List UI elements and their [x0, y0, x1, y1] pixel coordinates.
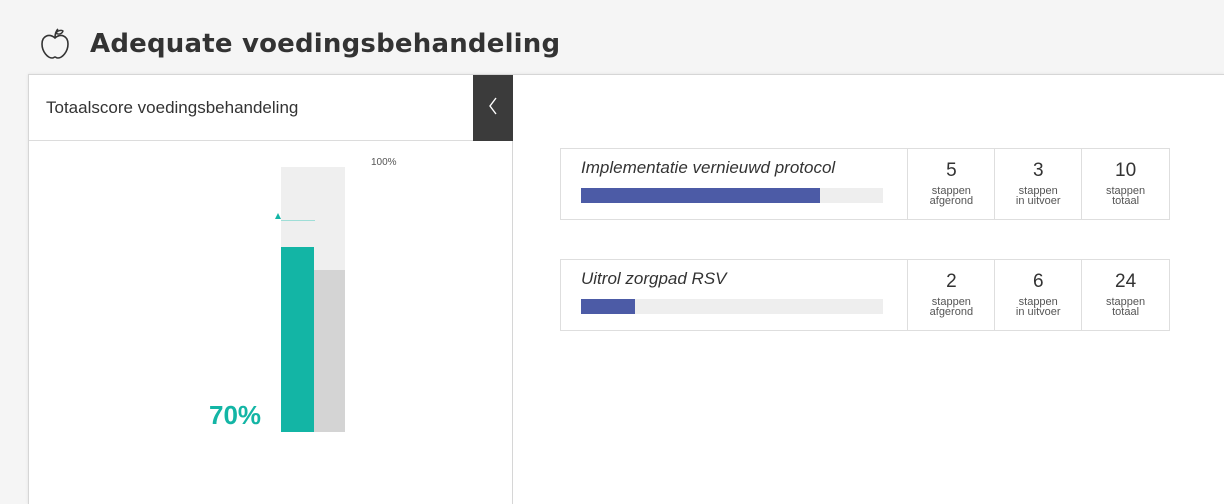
stat-value: 5 — [946, 160, 957, 181]
stat-label: stappen in uitvoer — [1015, 296, 1061, 318]
stat-value: 3 — [1032, 160, 1044, 181]
dashboard-card: Totaalscore voedingsbehandeling 100% 70%… — [28, 74, 1224, 504]
project-main: Implementatie vernieuwd protocol — [561, 149, 909, 219]
project-progress-track — [581, 188, 883, 203]
gauge-target-marker — [275, 213, 281, 219]
project-name: Implementatie vernieuwd protocol — [581, 158, 836, 177]
stat-total: 10 stappen totaal — [1082, 149, 1169, 219]
project-row[interactable]: Uitrol zorgpad RSV 2 stappen afgerond 6 s… — [560, 259, 1170, 331]
score-panel-header: Totaalscore voedingsbehandeling — [29, 75, 512, 141]
stat-in-progress: 3 stappen in uitvoer — [995, 149, 1083, 219]
stat-label: stappen totaal — [1106, 185, 1146, 207]
gauge-score-bar — [281, 246, 314, 432]
stat-label: stappen afgerond — [929, 185, 974, 207]
page-header: Adequate voedingsbehandeling — [38, 22, 560, 66]
page-title: Adequate voedingsbehandeling — [90, 29, 561, 59]
gauge-value-label: 70% — [209, 400, 262, 430]
gauge-target-line — [281, 220, 315, 221]
score-panel: Totaalscore voedingsbehandeling 100% 70% — [29, 75, 513, 504]
project-name: Uitrol zorgpad RSV — [581, 269, 727, 288]
project-main: Uitrol zorgpad RSV — [561, 260, 909, 330]
stat-completed: 2 stappen afgerond — [908, 260, 996, 330]
project-progress-fill — [581, 299, 636, 314]
gauge-comparison-bar — [314, 270, 345, 432]
project-row[interactable]: Implementatie vernieuwd protocol 5 stapp… — [560, 148, 1170, 220]
stat-value: 6 — [1032, 271, 1044, 292]
stat-value: 24 — [1115, 271, 1137, 292]
project-progress-track — [581, 299, 883, 314]
stat-total: 24 stappen totaal — [1082, 260, 1169, 330]
stat-completed: 5 stappen afgerond — [908, 149, 996, 219]
stat-in-progress: 6 stappen in uitvoer — [995, 260, 1083, 330]
stat-value: 2 — [946, 271, 957, 292]
collapse-panel-button[interactable] — [473, 75, 513, 141]
chevron-left-icon — [488, 97, 498, 120]
stat-value: 10 — [1115, 160, 1137, 181]
score-panel-title: Totaalscore voedingsbehandeling — [46, 97, 299, 117]
stat-label: stappen in uitvoer — [1015, 185, 1061, 207]
gauge-max-label: 100% — [371, 157, 397, 168]
apple-icon — [38, 27, 72, 61]
stat-label: stappen totaal — [1106, 296, 1146, 318]
stat-label: stappen afgerond — [929, 296, 974, 318]
project-progress-fill — [581, 188, 820, 203]
